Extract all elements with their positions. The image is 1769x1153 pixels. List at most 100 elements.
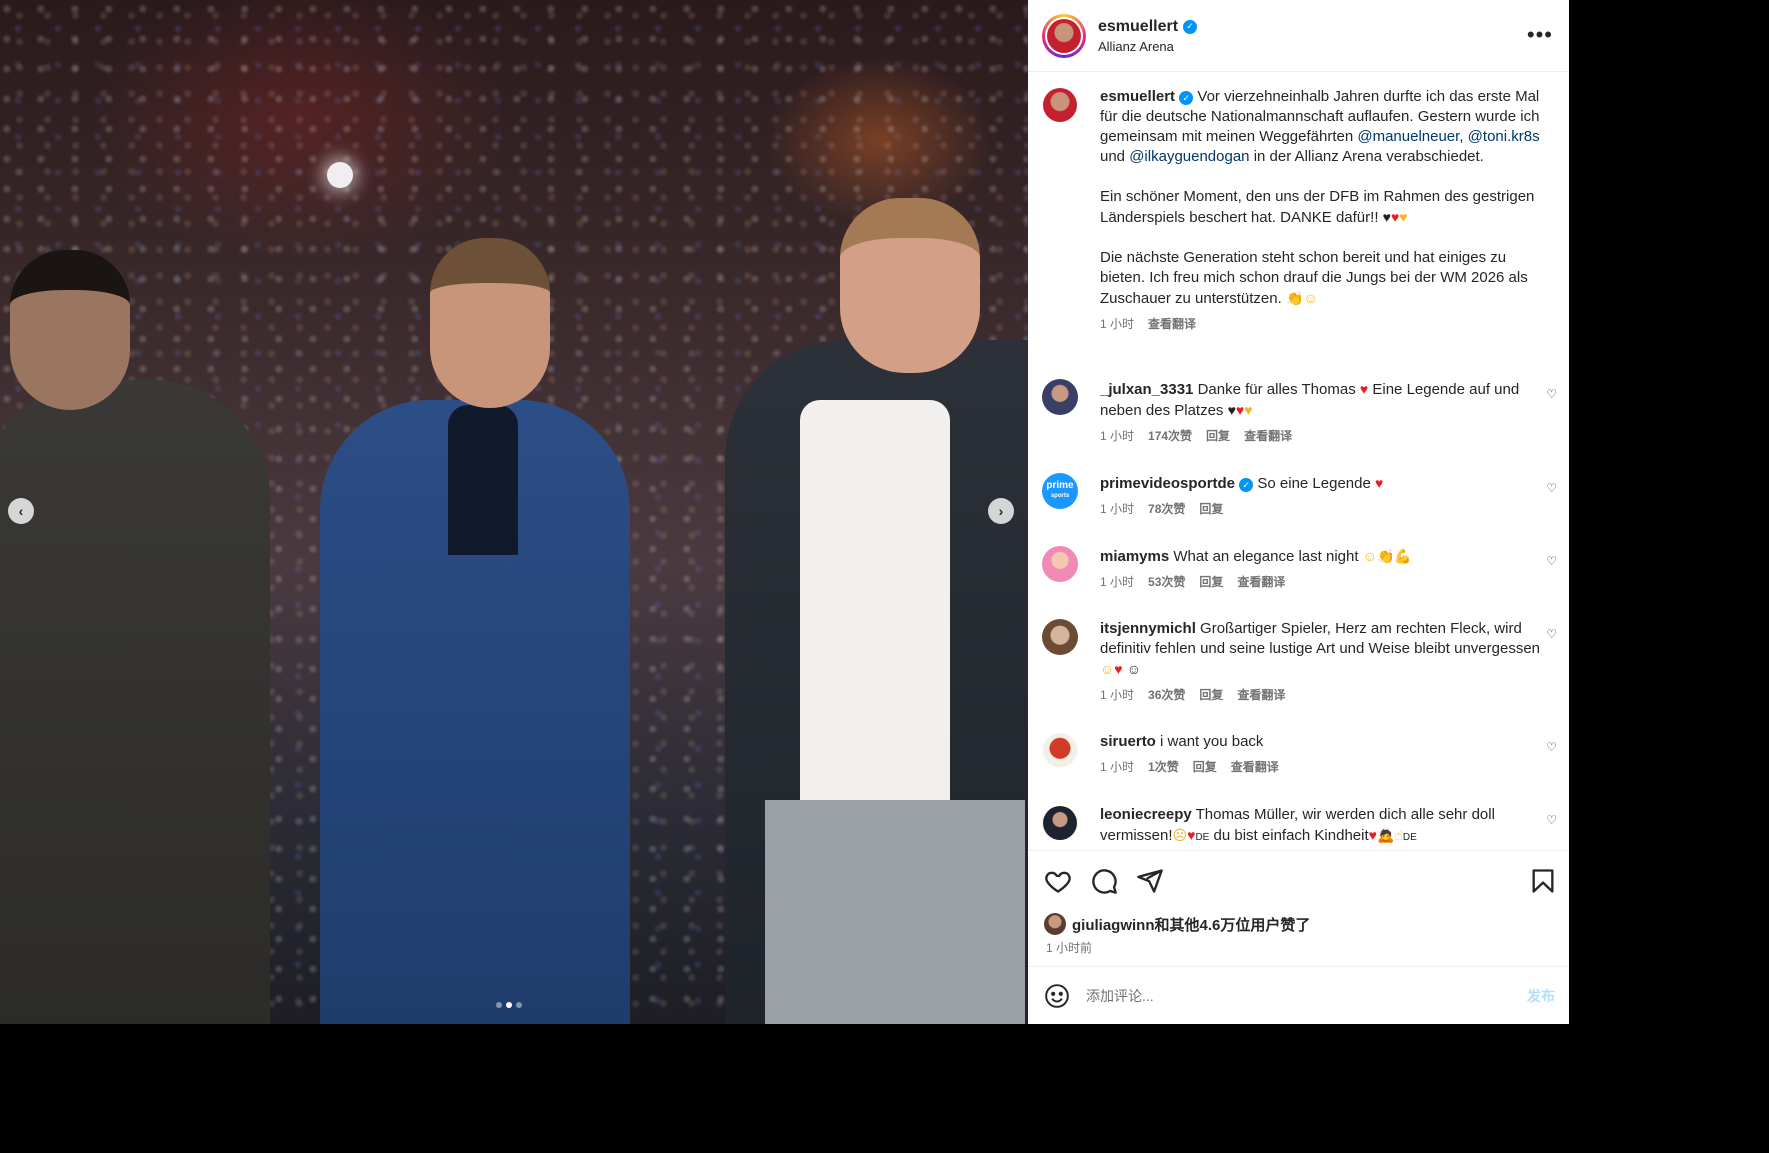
post-time: 1 小时前 bbox=[1046, 941, 1093, 955]
commenter-avatar[interactable] bbox=[1042, 619, 1078, 655]
verified-badge-icon: ✓ bbox=[1179, 91, 1194, 105]
comment-reply-button[interactable]: 回复 bbox=[1199, 500, 1223, 517]
clapping-hands-emoji-icon: 👏 bbox=[1376, 548, 1395, 564]
pointing-up-emoji-icon: ☝ bbox=[1394, 827, 1403, 843]
comment-text: So eine Legende bbox=[1257, 475, 1371, 492]
red-heart-icon: ♥ bbox=[1359, 381, 1369, 397]
commenter-username[interactable]: itsjennymichl bbox=[1100, 620, 1196, 637]
post-side-panel: esmuellert ✓ Allianz Arena ••• esmueller… bbox=[1028, 0, 1569, 1024]
comment-like-count[interactable]: 174次赞 bbox=[1148, 427, 1192, 444]
commenter-username[interactable]: _julxan_3331 bbox=[1100, 381, 1193, 398]
comment-like-icon[interactable]: ♡ bbox=[1546, 387, 1557, 401]
commenter-avatar[interactable] bbox=[1042, 379, 1078, 415]
post-photo[interactable]: ‹ › bbox=[0, 0, 1028, 1024]
chevron-left-icon: ‹ bbox=[18, 503, 24, 519]
prime-logo-label: prime bbox=[1046, 480, 1074, 491]
liked-by-username[interactable]: giuliagwinn bbox=[1072, 917, 1155, 934]
carousel-prev-button[interactable]: ‹ bbox=[8, 498, 34, 524]
comment-item: itsjennymichl Großartiger Spieler, Herz … bbox=[1042, 619, 1567, 703]
mention-toni-kr8s[interactable]: @toni.kr8s bbox=[1468, 128, 1540, 145]
caption-username[interactable]: esmuellert bbox=[1100, 88, 1175, 105]
share-send-icon[interactable] bbox=[1136, 867, 1164, 895]
yellow-heart-icon: ♥ bbox=[1399, 209, 1408, 225]
commenter-username[interactable]: miamyms bbox=[1100, 548, 1169, 565]
caption-separator: und bbox=[1100, 148, 1130, 165]
comment-like-icon[interactable]: ♡ bbox=[1546, 813, 1557, 827]
commenter-avatar[interactable] bbox=[1042, 804, 1078, 842]
bookmark-icon[interactable] bbox=[1529, 867, 1557, 895]
red-heart-icon: ♥ bbox=[1374, 475, 1384, 491]
chevron-right-icon: › bbox=[998, 503, 1004, 519]
comment-bubble-icon[interactable] bbox=[1090, 867, 1118, 895]
mention-ilkayguendogan[interactable]: @ilkayguendogan bbox=[1129, 148, 1249, 165]
flexed-biceps-emoji-icon: 💪 bbox=[1394, 548, 1412, 564]
comment-item: _julxan_3331 Danke für alles Thomas ♥ Ei… bbox=[1042, 379, 1567, 444]
smiley-icon: ☺ bbox=[1126, 661, 1142, 677]
comment-like-icon[interactable]: ♡ bbox=[1546, 740, 1557, 754]
comment-like-count[interactable]: 1次赞 bbox=[1148, 758, 1179, 775]
carousel-next-button[interactable]: › bbox=[988, 498, 1014, 524]
comment-reply-button[interactable]: 回复 bbox=[1199, 573, 1223, 590]
comment-reply-button[interactable]: 回复 bbox=[1199, 686, 1223, 703]
commenter-avatar[interactable] bbox=[1042, 731, 1078, 769]
caption-translate-link[interactable]: 查看翻译 bbox=[1148, 315, 1196, 332]
author-username[interactable]: esmuellert bbox=[1098, 18, 1178, 36]
caption-author-avatar[interactable] bbox=[1042, 86, 1078, 124]
person-center-head bbox=[430, 238, 550, 408]
stadium-light bbox=[327, 162, 353, 188]
de-flag-label: DE bbox=[1195, 832, 1210, 843]
comment-text: What an elegance last night bbox=[1173, 548, 1359, 565]
comment-composer: 发布 bbox=[1028, 966, 1569, 1024]
comment-like-icon[interactable]: ♡ bbox=[1546, 627, 1557, 641]
liked-by-others[interactable]: 和其他4.6万位用户赞了 bbox=[1155, 917, 1311, 934]
mention-manuelneuer[interactable]: @manuelneuer bbox=[1357, 128, 1459, 145]
yellow-heart-icon: ♥ bbox=[1244, 402, 1253, 418]
caption-part2: in der Allianz Arena verabschiedet. bbox=[1249, 148, 1484, 165]
author-avatar[interactable] bbox=[1042, 13, 1086, 58]
likes-summary[interactable]: giuliagwinn和其他4.6万位用户赞了 bbox=[1044, 913, 1310, 935]
comment-translate-link[interactable]: 查看翻译 bbox=[1237, 573, 1285, 590]
commenter-avatar[interactable] bbox=[1042, 546, 1078, 582]
post-location[interactable]: Allianz Arena bbox=[1098, 39, 1197, 54]
person-right-head bbox=[840, 198, 980, 373]
commenter-avatar[interactable]: prime sports bbox=[1042, 473, 1078, 509]
comment-translate-link[interactable]: 查看翻译 bbox=[1231, 758, 1279, 775]
comment-reply-button[interactable]: 回复 bbox=[1206, 427, 1230, 444]
comment-translate-link[interactable]: 查看翻译 bbox=[1237, 686, 1285, 703]
carousel-dot-active bbox=[506, 1002, 512, 1008]
comment-reply-button[interactable]: 回复 bbox=[1193, 758, 1217, 775]
emoji-picker-icon[interactable] bbox=[1044, 983, 1070, 1009]
comment-like-count[interactable]: 36次赞 bbox=[1148, 686, 1185, 703]
clapping-hands-emoji-icon: 👏 bbox=[1285, 290, 1304, 306]
comment-like-icon[interactable]: ♡ bbox=[1546, 481, 1557, 495]
commenter-username[interactable]: leoniecreepy bbox=[1100, 806, 1192, 823]
liker-avatar[interactable] bbox=[1044, 913, 1066, 935]
post-actions-bar: giuliagwinn和其他4.6万位用户赞了 1 小时前 bbox=[1028, 850, 1569, 966]
page-bottom-background bbox=[0, 1024, 1769, 1153]
post-caption: esmuellert ✓ Vor vierzehneinhalb Jahren … bbox=[1042, 86, 1567, 332]
smiley-emoji-icon: ☺ bbox=[1303, 290, 1318, 306]
commenter-username[interactable]: siruerto bbox=[1100, 733, 1156, 750]
comment-like-icon[interactable]: ♡ bbox=[1546, 554, 1557, 568]
comment-text-continued: du bist einfach Kindheit bbox=[1213, 827, 1369, 844]
like-heart-icon[interactable] bbox=[1044, 867, 1072, 895]
grinning-emoji-icon: ☺ bbox=[1362, 548, 1377, 564]
comment-input[interactable] bbox=[1086, 987, 1486, 1004]
person-left-body bbox=[0, 380, 270, 1024]
caption-time: 1 小时 bbox=[1100, 317, 1135, 331]
comment-item: leoniecreepy Thomas Müller, wir werden d… bbox=[1042, 804, 1567, 848]
comment-text: i want you back bbox=[1160, 733, 1264, 750]
comment-translate-link[interactable]: 查看翻译 bbox=[1244, 427, 1292, 444]
comment-like-count[interactable]: 53次赞 bbox=[1148, 573, 1185, 590]
black-heart-icon: ♥ bbox=[1382, 209, 1391, 225]
carousel-dot bbox=[496, 1002, 502, 1008]
comment-like-count[interactable]: 78次赞 bbox=[1148, 500, 1185, 517]
comments-list[interactable]: esmuellert ✓ Vor vierzehneinhalb Jahren … bbox=[1028, 73, 1569, 850]
more-options-icon[interactable]: ••• bbox=[1527, 22, 1553, 48]
comment-item: siruerto i want you back 1 小时 1次赞 回复 查看翻… bbox=[1042, 731, 1567, 775]
sad-face-emoji-icon: ☹ bbox=[1172, 827, 1188, 843]
caption-separator: , bbox=[1459, 128, 1468, 145]
commenter-username[interactable]: primevideosportde bbox=[1100, 475, 1235, 492]
bowing-emoji-icon: 🙇 bbox=[1376, 827, 1395, 843]
post-comment-button[interactable]: 发布 bbox=[1527, 986, 1555, 1006]
